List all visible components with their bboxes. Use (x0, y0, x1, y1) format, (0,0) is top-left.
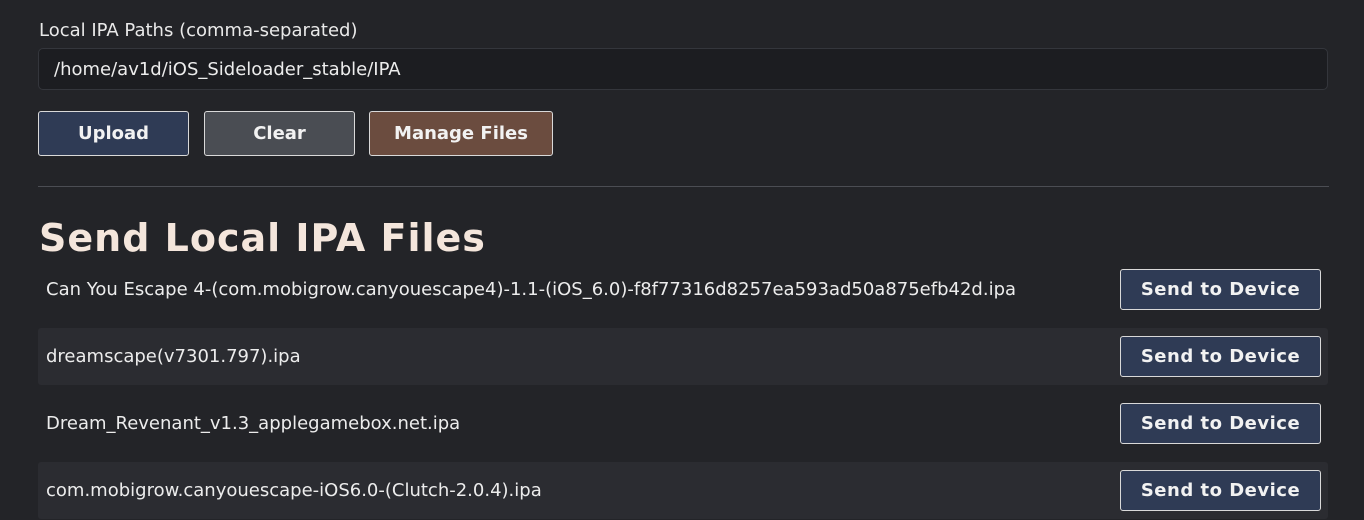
file-name: Dream_Revenant_v1.3_applegamebox.net.ipa (46, 413, 461, 434)
paths-input[interactable] (38, 48, 1328, 90)
send-to-device-button[interactable]: Send to Device (1120, 269, 1321, 310)
upload-button[interactable]: Upload (38, 111, 189, 156)
paths-label: Local IPA Paths (comma-separated) (39, 20, 358, 41)
file-row: com.mobigrow.canyouescape-iOS6.0-(Clutch… (38, 462, 1328, 519)
manage-files-button[interactable]: Manage Files (369, 111, 553, 156)
send-to-device-button[interactable]: Send to Device (1120, 470, 1321, 511)
section-title: Send Local IPA Files (39, 216, 486, 260)
file-name: dreamscape(v7301.797).ipa (46, 346, 301, 367)
file-name: com.mobigrow.canyouescape-iOS6.0-(Clutch… (46, 480, 542, 501)
file-row: Can You Escape 4-(com.mobigrow.canyouesc… (38, 261, 1328, 318)
send-to-device-button[interactable]: Send to Device (1120, 336, 1321, 377)
clear-button[interactable]: Clear (204, 111, 355, 156)
file-name: Can You Escape 4-(com.mobigrow.canyouesc… (46, 279, 1017, 300)
send-to-device-button[interactable]: Send to Device (1120, 403, 1321, 444)
file-row: Dream_Revenant_v1.3_applegamebox.net.ipa… (38, 395, 1328, 452)
file-row: dreamscape(v7301.797).ipa Send to Device (38, 328, 1328, 385)
section-divider (38, 186, 1329, 187)
app-root: Local IPA Paths (comma-separated) Upload… (0, 0, 1364, 520)
file-list: Can You Escape 4-(com.mobigrow.canyouesc… (38, 261, 1328, 520)
